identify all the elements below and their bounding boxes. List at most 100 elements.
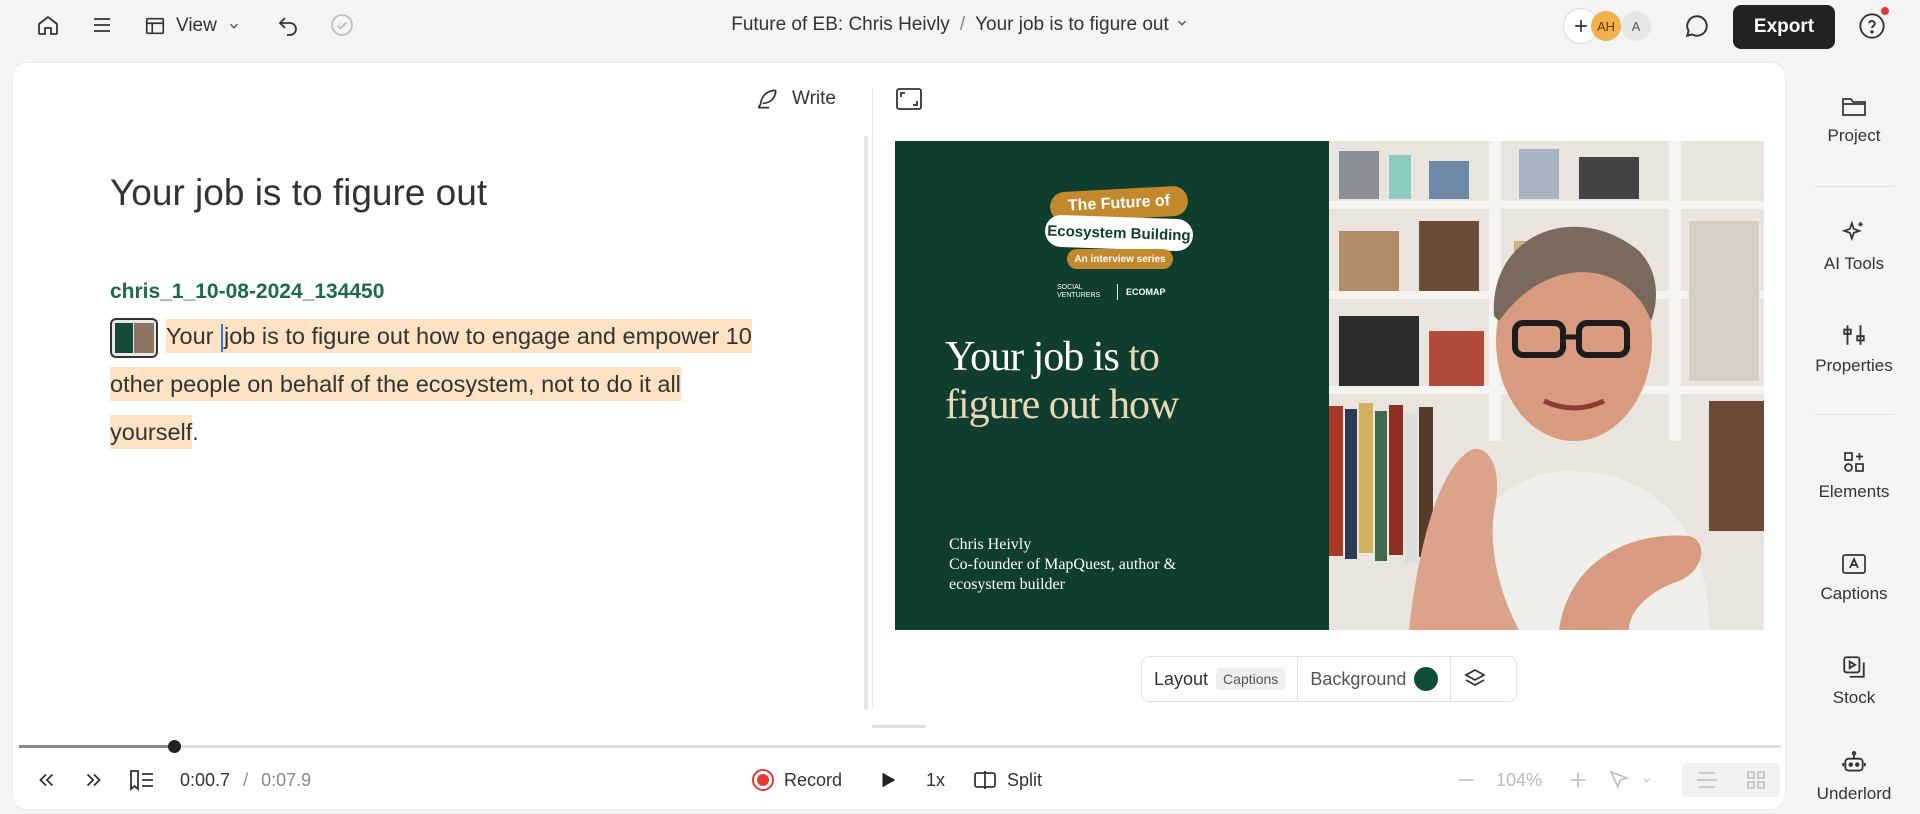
rail-item-properties[interactable]: Properties	[1790, 322, 1918, 376]
zoom-out-icon[interactable]	[1455, 757, 1477, 803]
rail-item-underlord[interactable]: Underlord	[1790, 750, 1918, 804]
layers-icon	[1464, 669, 1487, 686]
rail-label: Project	[1827, 126, 1881, 145]
doc-title[interactable]: Your job is to figure out	[110, 172, 487, 214]
rail-label: Stock	[1832, 688, 1876, 707]
quote-text: to	[1128, 334, 1160, 380]
preview-toolbar: Layout Captions Background	[1141, 656, 1517, 702]
scrubber-handle[interactable]	[168, 740, 182, 753]
rail-label: Captions	[1820, 584, 1888, 603]
feather-icon	[757, 89, 777, 109]
record-icon	[752, 769, 774, 791]
zoom-label: 104%	[1496, 769, 1543, 790]
quote-text: figure out how	[945, 382, 1179, 428]
rail-label: Properties	[1815, 356, 1893, 375]
time-separator: /	[243, 770, 249, 790]
grid-view-icon[interactable]	[1731, 763, 1780, 797]
sparkle-icon	[1841, 220, 1863, 242]
rail-item-ai-tools[interactable]: AI Tools	[1790, 220, 1918, 274]
playback-progress	[19, 745, 175, 748]
notification-dot	[1881, 7, 1889, 15]
rail-label: AI Tools	[1823, 254, 1885, 273]
chevron-down-icon[interactable]	[1175, 14, 1189, 36]
panel-divider[interactable]	[872, 88, 873, 708]
quote-text: Your job is	[945, 334, 1120, 380]
export-button[interactable]: Export	[1733, 5, 1835, 49]
record-label: Record	[784, 769, 843, 790]
chevron-down-icon	[1643, 778, 1651, 783]
rail-label: Underlord	[1816, 784, 1892, 803]
video-preview[interactable]: The Future of Ecosystem Building An inte…	[895, 141, 1764, 630]
chapters-icon[interactable]	[129, 757, 155, 803]
rail-item-captions[interactable]: Captions	[1790, 552, 1918, 604]
background-swatch	[1414, 667, 1439, 691]
layout-tag: Captions	[1216, 668, 1286, 690]
view-label: View	[176, 15, 217, 36]
rail-item-stock[interactable]: Stock	[1790, 654, 1918, 708]
speaker-caption: Chris Heivly Co-founder of MapQuest, aut…	[949, 535, 1176, 595]
total-time: 0:07.9	[261, 770, 312, 790]
speed-button[interactable]: 1x	[926, 757, 945, 803]
composition-title[interactable]: Your job is to figure out	[975, 14, 1169, 35]
zoom-in-icon[interactable]	[1567, 757, 1589, 803]
playback-scrubber[interactable]	[19, 740, 1781, 753]
write-label: Write	[792, 88, 836, 109]
undo-icon[interactable]	[276, 13, 300, 37]
zoom-level: 104%	[1496, 757, 1542, 803]
speaker-role: Co-founder of MapQuest, author &	[949, 556, 1177, 573]
transcript-punctuation: .	[192, 419, 199, 445]
split-icon	[974, 771, 996, 789]
play-icon[interactable]	[877, 757, 899, 803]
layout-icon	[145, 17, 165, 35]
menu-icon[interactable]	[90, 13, 114, 37]
skip-back-icon[interactable]	[35, 757, 57, 803]
logo-social-venturers: SOCIAL VENTURERS	[1057, 284, 1101, 299]
background-button[interactable]: Background	[1297, 657, 1450, 701]
speaker-label[interactable]: chris_1_10-08-2024_134450	[110, 280, 384, 304]
rail-item-project[interactable]: Project	[1790, 94, 1918, 146]
text-cursor	[221, 323, 224, 352]
project-title[interactable]: Future of EB: Chris Heivly	[731, 14, 950, 35]
transcript-text[interactable]: Your job is to figure out how to engage …	[110, 312, 770, 456]
avatar[interactable]: A	[1621, 11, 1651, 41]
rail-label: Elements	[1818, 482, 1890, 501]
pointer-tool-icon[interactable]	[1607, 757, 1653, 803]
background-label: Background	[1310, 668, 1407, 689]
avatar[interactable]: AH	[1591, 11, 1621, 41]
series-badge: An interview series	[1067, 249, 1173, 269]
view-menu-button[interactable]: View	[144, 12, 241, 40]
saved-check-icon	[330, 13, 354, 37]
layers-button[interactable]	[1450, 657, 1499, 701]
fullscreen-icon[interactable]	[896, 88, 922, 115]
speaker-name: Chris Heivly	[949, 536, 1032, 553]
resize-handle[interactable]	[872, 725, 926, 728]
transcript-highlight: Your job is to figure out how to engage …	[110, 319, 752, 449]
chevron-down-icon	[229, 23, 238, 29]
layout-label: Layout	[1154, 668, 1209, 689]
time-display: 0:00.7 / 0:07.9	[180, 770, 311, 791]
speed-label: 1x	[926, 769, 946, 790]
speaker-video-frame	[1329, 141, 1764, 630]
robot-icon	[1842, 751, 1866, 772]
comment-icon[interactable]	[1684, 13, 1710, 39]
split-button[interactable]: Split	[973, 757, 1042, 803]
folder-icon	[1842, 98, 1866, 116]
speaker-role: ecosystem builder	[949, 576, 1065, 593]
home-icon[interactable]	[36, 13, 60, 37]
layout-button[interactable]: Layout Captions	[1142, 657, 1297, 701]
rail-item-elements[interactable]: Elements	[1790, 450, 1918, 502]
elements-icon	[1844, 452, 1864, 472]
transcript-word: Your	[166, 323, 221, 349]
breadcrumb-separator: /	[959, 14, 966, 36]
playback-bar: 0:00.7 / 0:07.9 Record 1x Split 104%	[13, 757, 1785, 803]
list-view-icon[interactable]	[1682, 763, 1731, 797]
skip-forward-icon[interactable]	[83, 757, 105, 803]
record-button[interactable]: Record	[752, 757, 842, 803]
clip-thumbnail[interactable]	[110, 317, 158, 358]
timeline-view-toggle	[1682, 763, 1780, 797]
help-icon[interactable]	[1858, 7, 1889, 40]
collaborators: AH A	[1563, 8, 1655, 44]
stock-media-icon	[1843, 656, 1865, 678]
editor-scrollbar[interactable]	[864, 136, 868, 710]
write-button[interactable]: Write	[754, 86, 836, 112]
